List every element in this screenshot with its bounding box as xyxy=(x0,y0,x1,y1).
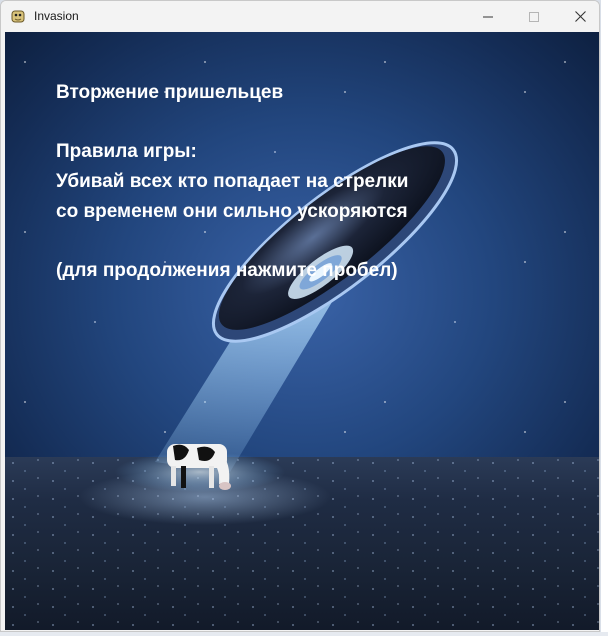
maximize-icon xyxy=(529,11,539,22)
continue-hint: (для продолжения нажмите пробел) xyxy=(56,260,398,281)
rule-text: со временем они сильно ускоряются xyxy=(56,201,408,222)
title-bar[interactable]: Invasion xyxy=(1,1,599,32)
app-window: Invasion Вторжение пришельцев Правила иг… xyxy=(0,0,600,632)
game-heading: Вторжение пришельцев xyxy=(56,82,284,103)
rule-text: Убивай всех кто попадает на стрелки xyxy=(56,171,409,192)
intro-text: Вторжение пришельцев Правила игры: Убива… xyxy=(56,78,408,286)
maximize-button[interactable] xyxy=(511,1,557,32)
pygame-snake-icon xyxy=(11,10,25,23)
close-icon xyxy=(574,11,586,22)
window-title: Invasion xyxy=(34,9,79,23)
close-button[interactable] xyxy=(557,1,599,32)
background-strip xyxy=(601,0,608,636)
background-strip-bottom xyxy=(0,632,608,636)
minimize-icon xyxy=(483,16,493,17)
game-canvas[interactable]: Вторжение пришельцев Правила игры: Убива… xyxy=(5,32,599,630)
rules-title: Правила игры: xyxy=(56,141,197,162)
minimize-button[interactable] xyxy=(465,1,511,32)
